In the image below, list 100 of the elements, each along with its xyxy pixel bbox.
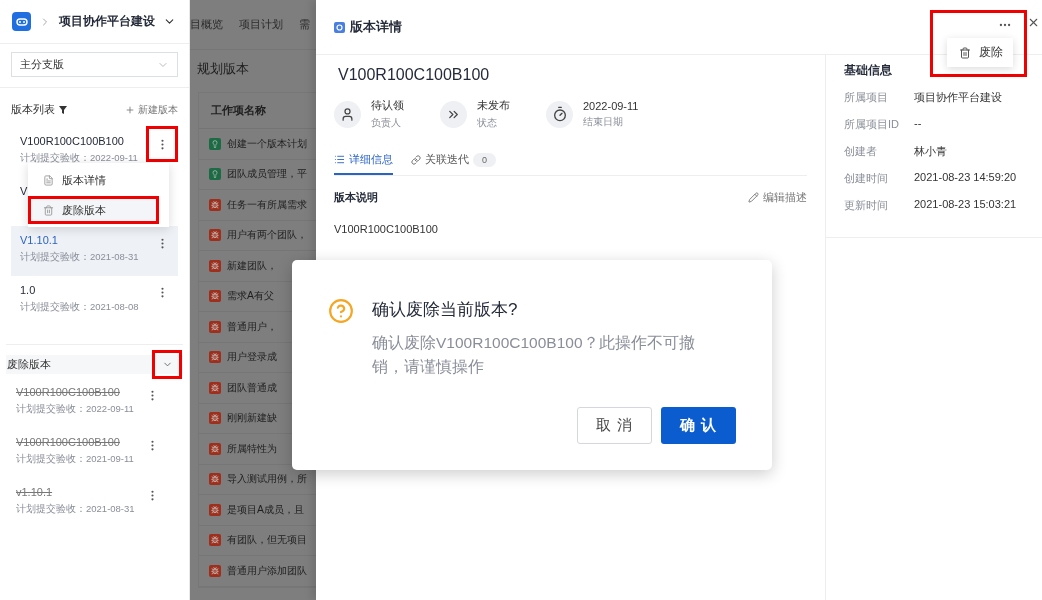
version-item[interactable]: 1.0 计划提交验收：2021-08-08 bbox=[11, 275, 178, 325]
table-cell: 所属特性为 bbox=[227, 441, 277, 456]
version-icon bbox=[334, 21, 345, 33]
logo-icon bbox=[12, 12, 31, 31]
table-cell: 普通用户， bbox=[227, 319, 277, 334]
bug-icon bbox=[209, 259, 221, 272]
field-value: 项目协作平台建设 bbox=[914, 90, 1002, 105]
version-name: V100R100C100B100 bbox=[16, 386, 121, 398]
bug-icon bbox=[209, 290, 221, 303]
plus-icon bbox=[125, 104, 135, 115]
meta-label: 状态 bbox=[477, 116, 498, 130]
meta-label: 负责人 bbox=[371, 116, 402, 130]
question-icon bbox=[328, 298, 354, 324]
table-cell: 有团队，但无项目 bbox=[227, 533, 307, 548]
section-title: 废除版本 bbox=[7, 357, 51, 372]
bug-icon bbox=[209, 503, 221, 516]
bug-icon bbox=[209, 564, 221, 577]
bug-icon bbox=[209, 198, 221, 211]
drawer-title: 版本详情 bbox=[350, 18, 402, 36]
link-icon bbox=[411, 154, 421, 165]
cancel-button[interactable]: 取 消 bbox=[577, 407, 652, 444]
section-title: 版本说明 bbox=[334, 190, 378, 205]
meta-value: 待认领 bbox=[371, 98, 404, 113]
version-date: 计划提交验收：2021-08-08 bbox=[20, 300, 139, 314]
bug-icon bbox=[209, 412, 221, 425]
version-name: V100R100C100B100 bbox=[20, 135, 125, 147]
edit-button[interactable]: 编辑描述 bbox=[748, 190, 807, 205]
version-item-selected[interactable]: V1.10.1 计划提交验收：2021-08-31 bbox=[11, 226, 178, 276]
section-title: 基础信息 bbox=[844, 63, 893, 78]
version-name: V1.10.1 bbox=[20, 234, 59, 246]
count-badge: 0 bbox=[473, 152, 496, 167]
project-name[interactable]: 项目协作平台建设 bbox=[59, 13, 155, 30]
field-value: 2021-08-23 15:03:21 bbox=[914, 198, 1017, 210]
field-label: 所属项目ID bbox=[844, 117, 900, 132]
nav-tab[interactable]: 目概览 bbox=[190, 17, 223, 32]
stopwatch-icon bbox=[546, 100, 573, 128]
table-cell: 导入测试用例，所 bbox=[227, 472, 307, 487]
meta-value: 未发布 bbox=[477, 98, 510, 113]
bug-icon bbox=[209, 381, 221, 394]
table-cell: 团队成员管理，平 bbox=[227, 167, 307, 182]
document-icon bbox=[43, 174, 54, 186]
bug-icon bbox=[209, 320, 221, 333]
field-value: -- bbox=[914, 117, 922, 129]
table-cell: 新建团队， bbox=[227, 258, 277, 273]
table-cell: 团队普通成 bbox=[227, 380, 277, 395]
highlighted-menu-item[interactable]: 废除版本 bbox=[28, 196, 159, 224]
table-cell: 需求A有父 bbox=[227, 289, 274, 304]
field-value: 林小青 bbox=[914, 144, 947, 159]
branch-select[interactable]: 主分支版 bbox=[11, 52, 178, 77]
tab[interactable]: 关联迭代 0 bbox=[411, 146, 496, 175]
version-name: V100R100C100B100 bbox=[16, 436, 121, 448]
tab[interactable]: 详细信息 bbox=[334, 146, 393, 175]
bug-icon bbox=[209, 229, 221, 242]
lightbulb-icon bbox=[209, 168, 221, 181]
bug-icon bbox=[209, 473, 221, 486]
field-value: 2021-08-23 14:59:20 bbox=[914, 171, 1017, 183]
version-title: V100R100C100B100 bbox=[337, 66, 491, 84]
version-date: 计划提交验收：2022-09-11 bbox=[16, 403, 134, 416]
dialog-message: 确认废除V100R100C100B100？此操作不可撤销，请谨慎操作 bbox=[372, 333, 696, 377]
lightbulb-icon bbox=[209, 137, 221, 150]
meta-value: 2022-09-11 bbox=[583, 99, 639, 112]
double-chevron-icon bbox=[440, 100, 467, 128]
nav-tab[interactable]: 项目计划 bbox=[239, 17, 283, 32]
pencil-icon bbox=[748, 192, 759, 203]
close-icon bbox=[1027, 16, 1040, 29]
bug-icon bbox=[209, 442, 221, 455]
filter-icon[interactable] bbox=[59, 105, 67, 114]
new-version-button[interactable]: 新建版本 bbox=[125, 102, 178, 117]
list-title: 版本列表 bbox=[11, 102, 55, 117]
collapse-toggle[interactable] bbox=[152, 350, 182, 379]
field-label: 创建者 bbox=[844, 144, 878, 159]
table-cell: 刚刚新建缺 bbox=[227, 411, 277, 426]
list-icon bbox=[334, 154, 345, 165]
field-label: 所属项目 bbox=[844, 90, 889, 105]
trash-icon bbox=[43, 204, 54, 216]
table-cell: 普通用户添加团队 bbox=[227, 563, 307, 578]
version-name: v1.10.1 bbox=[16, 486, 54, 498]
field-label: 更新时间 bbox=[844, 198, 889, 213]
page-title: 规划版本 bbox=[196, 60, 250, 78]
version-date: 计划提交验收：2022-09-11 bbox=[20, 152, 138, 165]
confirm-button[interactable]: 确 认 bbox=[661, 407, 736, 444]
version-date: 计划提交验收：2021-08-31 bbox=[20, 251, 139, 264]
version-date: 计划提交验收：2021-09-11 bbox=[16, 453, 134, 466]
user-icon bbox=[334, 100, 361, 128]
menu-item[interactable]: 版本详情 bbox=[28, 166, 159, 194]
version-name: 1.0 bbox=[20, 283, 37, 296]
meta-label: 结束日期 bbox=[583, 114, 624, 129]
highlighted-more-button[interactable] bbox=[146, 126, 178, 162]
table-cell: 用户有两个团队， bbox=[227, 228, 307, 243]
table-cell: 用户登录成 bbox=[227, 350, 277, 365]
close-button[interactable] bbox=[1027, 16, 1040, 29]
menu-item[interactable]: 废除 bbox=[947, 38, 1013, 67]
nav-tab[interactable]: 需 bbox=[299, 17, 310, 32]
dialog-title: 确认废除当前版本? bbox=[372, 299, 519, 321]
bug-icon bbox=[209, 534, 221, 547]
field-label: 创建时间 bbox=[844, 171, 889, 186]
table-cell: 是项目A成员，且 bbox=[227, 502, 304, 517]
version-date: 计划提交验收：2021-08-31 bbox=[16, 503, 135, 516]
description-text: V100R100C100B100 bbox=[334, 223, 439, 235]
trash-icon bbox=[959, 46, 971, 59]
